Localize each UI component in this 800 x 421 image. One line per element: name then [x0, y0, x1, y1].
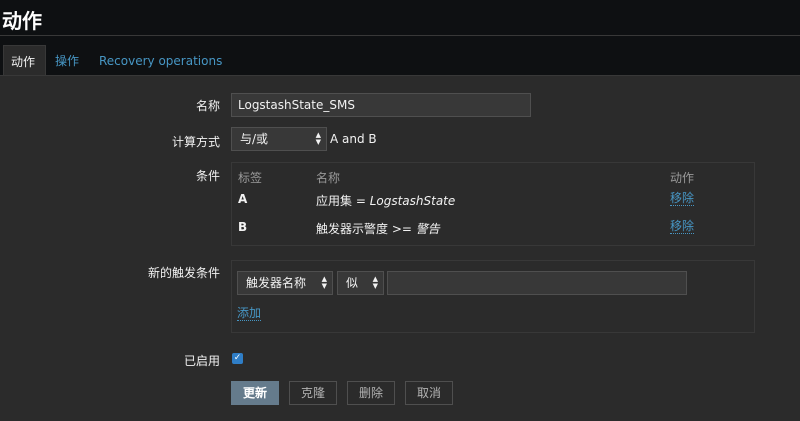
- delete-button[interactable]: 删除: [347, 381, 395, 405]
- enabled-label: 已启用: [183, 354, 220, 368]
- calc-method-label: 计算方式: [171, 135, 220, 149]
- tab-action[interactable]: 动作: [3, 45, 46, 76]
- add-condition-link[interactable]: 添加: [237, 306, 262, 321]
- condition-row-a-remove-link[interactable]: 移除: [670, 191, 695, 206]
- conditions-header-name: 名称: [316, 171, 341, 185]
- tab-recovery-operations[interactable]: Recovery operations: [99, 45, 222, 74]
- calc-expression: A and B: [330, 132, 377, 146]
- conditions-header-label: 标签: [238, 171, 263, 185]
- tab-bar: 动作 操作 Recovery operations: [0, 45, 800, 76]
- tab-operations[interactable]: 操作: [55, 45, 79, 74]
- new-condition-box: 触发器名称 ▲ ▼ 似 ▲ ▼ 添加: [231, 260, 755, 333]
- conditions-header-action: 动作: [670, 171, 695, 185]
- select-arrows-icon: ▲ ▼: [321, 275, 327, 290]
- conditions-label: 条件: [195, 169, 220, 183]
- condition-row-a-name: 应用集 = LogstashState: [316, 194, 456, 208]
- condition-type-select[interactable]: 触发器名称 ▲ ▼: [237, 271, 333, 295]
- update-button[interactable]: 更新: [231, 381, 279, 405]
- condition-row-b-remove-link[interactable]: 移除: [670, 219, 695, 234]
- select-arrows-icon: ▲ ▼: [372, 275, 378, 290]
- checkmark-icon: ✓: [233, 353, 242, 363]
- enabled-checkbox[interactable]: ✓: [232, 353, 243, 364]
- name-label: 名称: [195, 99, 220, 113]
- condition-operator-select[interactable]: 似 ▲ ▼: [337, 271, 384, 295]
- page-title: 动作: [2, 9, 42, 33]
- condition-row-b-label: B: [238, 220, 248, 234]
- select-arrows-icon: ▲ ▼: [315, 131, 321, 146]
- condition-row-b-name: 触发器示警度 >= 警告: [316, 222, 440, 236]
- cancel-button[interactable]: 取消: [405, 381, 453, 405]
- condition-row-a-label: A: [238, 192, 248, 206]
- name-input[interactable]: [231, 93, 531, 117]
- condition-value-input[interactable]: [387, 271, 687, 295]
- calc-method-select[interactable]: 与/或 ▲ ▼: [231, 127, 327, 151]
- action-form-panel: 名称 计算方式 与/或 ▲▼ A and B 条件 标签 名称 动作 A 应用集…: [0, 75, 800, 421]
- clone-button[interactable]: 克隆: [289, 381, 337, 405]
- new-condition-label: 新的触发条件: [147, 266, 220, 280]
- conditions-table: 标签 名称 动作 A 应用集 = LogstashState 移除 B 触发器示…: [231, 162, 755, 246]
- page-header: 动作: [0, 0, 800, 36]
- calc-method-value: 与/或: [240, 132, 269, 146]
